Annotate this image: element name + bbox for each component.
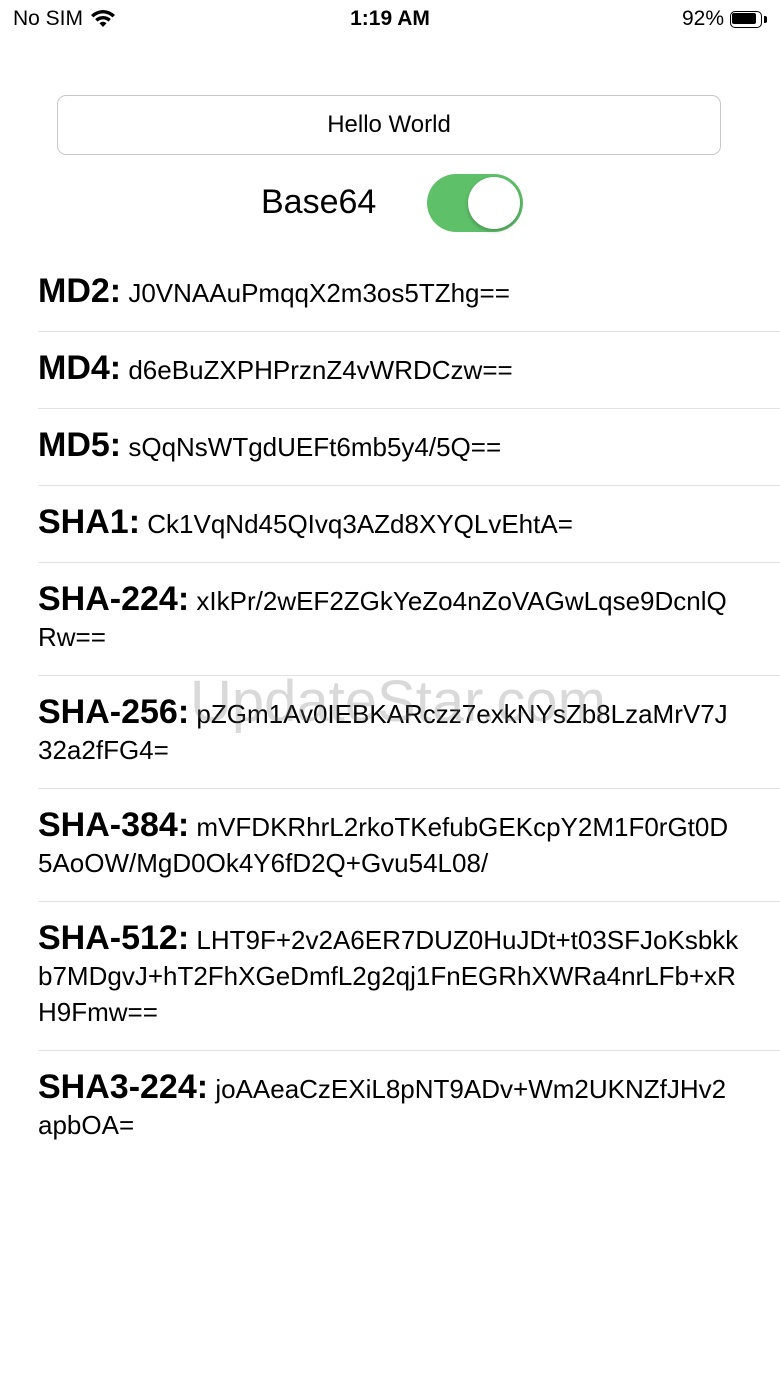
hash-value: J0VNAAuPmqqX2m3os5TZhg== <box>128 278 510 308</box>
battery-indicator: 92% <box>681 7 767 31</box>
hash-row: SHA1: Ck1VqNd45QIvq3AZd8XYQLvEhtA= <box>38 486 780 563</box>
base64-row: Base64 <box>0 172 780 234</box>
hash-name: MD4: <box>38 349 122 387</box>
hash-name: SHA-224: <box>38 580 190 618</box>
hash-name: SHA3-224: <box>38 1068 209 1106</box>
toggle-knob <box>468 177 520 229</box>
status-time: 1:19 AM <box>350 7 430 30</box>
input-text-field[interactable]: Hello World <box>57 95 721 155</box>
hash-row: MD2: J0VNAAuPmqqX2m3os5TZhg== <box>38 255 780 332</box>
hash-name: SHA1: <box>38 503 141 541</box>
hash-name: SHA-256: <box>38 693 190 731</box>
hash-list: MD2: J0VNAAuPmqqX2m3os5TZhg== MD4: d6eBuZ… <box>38 255 780 1163</box>
hash-row: SHA3-224: joAAeaCzEXiL8pNT9ADv+Wm2UKNZfJ… <box>38 1051 780 1163</box>
hash-row: MD5: sQqNsWTgdUEFt6mb5y4/5Q== <box>38 409 780 486</box>
hash-row: SHA-384: mVFDKRhrL2rkoTKefubGEKcpY2M1F0r… <box>38 789 780 902</box>
hash-name: MD5: <box>38 426 122 464</box>
hash-name: MD2: <box>38 272 122 310</box>
hash-name: SHA-384: <box>38 806 190 844</box>
hash-row: MD4: d6eBuZXPHPrznZ4vWRDCzw== <box>38 332 780 409</box>
hash-value: sQqNsWTgdUEFt6mb5y4/5Q== <box>128 432 502 462</box>
hash-row: SHA-256: pZGm1Av0IEBKARczz7exkNYsZb8LzaM… <box>38 676 780 789</box>
battery-icon <box>730 10 767 28</box>
hash-row: SHA-512: LHT9F+2v2A6ER7DUZ0HuJDt+t03SFJo… <box>38 902 780 1051</box>
hash-name: SHA-512: <box>38 919 190 957</box>
hash-value: Ck1VqNd45QIvq3AZd8XYQLvEhtA= <box>147 509 573 539</box>
battery-percent: 92% <box>681 7 724 30</box>
base64-toggle[interactable] <box>427 174 523 232</box>
hash-row: SHA-224: xIkPr/2wEF2ZGkYeZo4nZoVAGwLqse9… <box>38 563 780 676</box>
status-bar: No SIM 1:19 AM 92% <box>0 0 780 40</box>
base64-label: Base64 <box>261 183 377 221</box>
input-text-value: Hello World <box>327 111 451 138</box>
hash-value: d6eBuZXPHPrznZ4vWRDCzw== <box>128 355 513 385</box>
